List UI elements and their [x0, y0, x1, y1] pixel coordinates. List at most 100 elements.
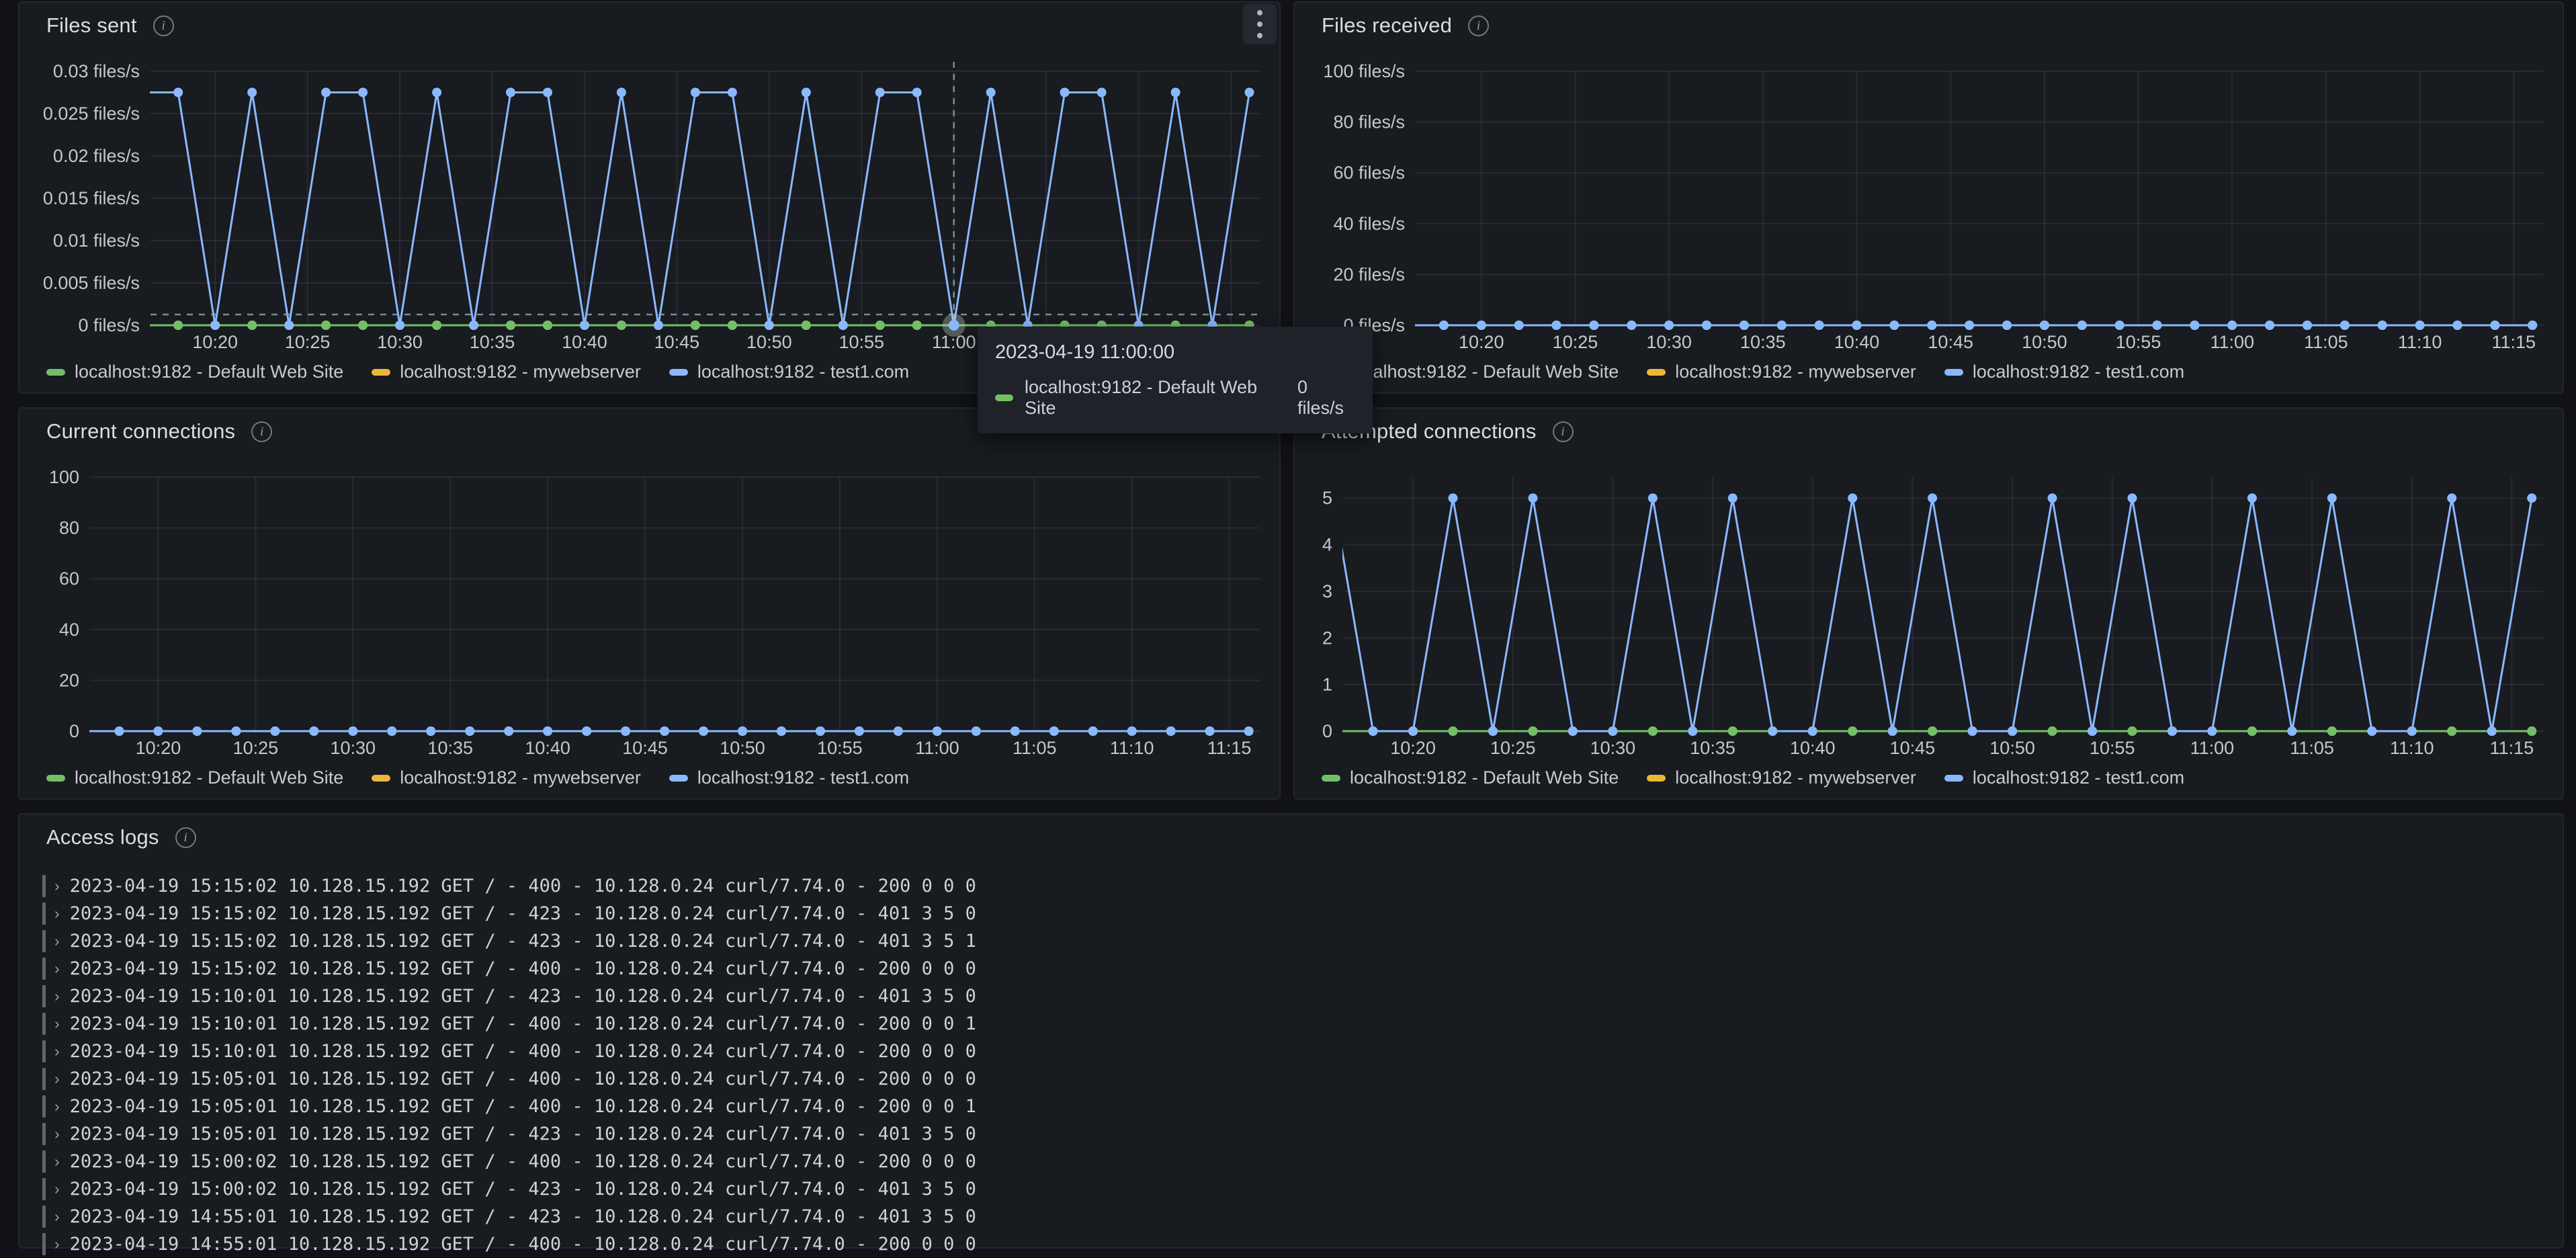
panel-title: Files received [1322, 13, 1453, 37]
svg-text:10:45: 10:45 [1890, 738, 1936, 758]
expand-chevron-icon[interactable]: › [54, 1015, 60, 1033]
log-row[interactable]: › 2023-04-19 15:15:02 10.128.15.192 GET /… [42, 955, 2549, 982]
panel-title: Access logs [46, 825, 159, 849]
svg-text:10:45: 10:45 [654, 332, 700, 352]
attempted-connections-chart[interactable]: 5 4 3 2 1 0 10:20 10:25 10:30 10:35 10:40 10:45 10:5… [1301, 449, 2553, 765]
log-row[interactable]: › 2023-04-19 15:15:02 10.128.15.192 GET /… [42, 872, 2549, 900]
log-level-bar [42, 1013, 46, 1035]
tooltip-series-value: 0 files/s [1297, 377, 1344, 418]
expand-chevron-icon[interactable]: › [54, 1097, 60, 1116]
svg-text:0.015 files/s: 0.015 files/s [43, 188, 140, 208]
svg-text:20 files/s: 20 files/s [1333, 264, 1405, 284]
svg-text:40 files/s: 40 files/s [1333, 214, 1405, 234]
svg-text:10:35: 10:35 [1740, 332, 1786, 352]
legend-item[interactable]: localhost:9182 - test1.com [1944, 767, 2184, 788]
expand-chevron-icon[interactable]: › [54, 877, 60, 895]
legend-item[interactable]: localhost:9182 - Default Web Site [46, 767, 343, 788]
svg-text:0: 0 [69, 721, 79, 741]
svg-text:10:40: 10:40 [562, 332, 607, 352]
legend-item[interactable]: localhost:9182 - test1.com [669, 767, 909, 788]
svg-text:10:20: 10:20 [1459, 332, 1504, 352]
info-icon[interactable]: i [175, 827, 196, 848]
expand-chevron-icon[interactable]: › [54, 1180, 60, 1198]
expand-chevron-icon[interactable]: › [54, 1208, 60, 1226]
svg-text:10:55: 10:55 [2116, 332, 2161, 352]
log-line-text: 2023-04-19 15:15:02 10.128.15.192 GET / … [69, 958, 976, 979]
log-level-bar [42, 1095, 46, 1118]
log-row[interactable]: › 2023-04-19 15:05:01 10.128.15.192 GET /… [42, 1065, 2549, 1093]
expand-chevron-icon[interactable]: › [54, 1235, 60, 1253]
panel-menu-button[interactable] [1243, 4, 1277, 44]
legend-color-icon [46, 774, 65, 782]
info-icon[interactable]: i [251, 421, 273, 442]
info-icon[interactable]: i [1552, 421, 1574, 442]
legend-item[interactable]: localhost:9182 - test1.com [669, 362, 909, 382]
legend-color-icon [1944, 368, 1963, 376]
expand-chevron-icon[interactable]: › [54, 1070, 60, 1088]
expand-chevron-icon[interactable]: › [54, 1042, 60, 1060]
log-line-text: 2023-04-19 14:55:01 10.128.15.192 GET / … [69, 1206, 976, 1227]
legend-label: localhost:9182 - mywebserver [1675, 362, 1916, 382]
panel-attempted-connections: Attempted connections i 5 4 3 2 1 0 10:20 10:25… [1293, 407, 2564, 800]
legend-color-icon [669, 774, 688, 782]
legend-item[interactable]: localhost:9182 - mywebserver [372, 362, 641, 382]
log-list: › 2023-04-19 15:15:02 10.128.15.192 GET /… [42, 872, 2549, 1258]
svg-text:0.025 files/s: 0.025 files/s [43, 103, 140, 124]
log-line-text: 2023-04-19 15:15:02 10.128.15.192 GET / … [69, 876, 976, 896]
log-row[interactable]: › 2023-04-19 15:00:02 10.128.15.192 GET /… [42, 1148, 2549, 1175]
current-connections-chart[interactable]: 100 80 60 40 20 0 10:20 10:25 10:30 10:35 10:40 10:… [26, 449, 1270, 765]
svg-text:60: 60 [59, 569, 79, 589]
svg-text:10:20: 10:20 [1390, 738, 1436, 758]
info-icon[interactable]: i [153, 15, 174, 36]
log-row[interactable]: › 2023-04-19 15:15:02 10.128.15.192 GET /… [42, 927, 2549, 955]
files-sent-chart[interactable]: 0.03 files/s 0.025 files/s 0.02 files/s 0.0… [26, 43, 1270, 359]
expand-chevron-icon[interactable]: › [54, 932, 60, 950]
legend-color-icon [46, 368, 65, 376]
log-row[interactable]: › 2023-04-19 15:00:02 10.128.15.192 GET /… [42, 1175, 2549, 1203]
log-line-text: 2023-04-19 15:10:01 10.128.15.192 GET / … [69, 1013, 976, 1034]
legend-item[interactable]: localhost:9182 - mywebserver [372, 767, 641, 788]
legend-label: localhost:9182 - test1.com [697, 767, 910, 788]
panel-header: Files sent i [46, 13, 174, 38]
legend-item[interactable]: localhost:9182 - mywebserver [1647, 362, 1916, 382]
tooltip-series-name: localhost:9182 - Default Web Site [1025, 377, 1258, 418]
svg-text:10:45: 10:45 [622, 738, 668, 758]
log-line-text: 2023-04-19 15:05:01 10.128.15.192 GET / … [69, 1068, 976, 1089]
log-row[interactable]: › 2023-04-19 15:10:01 10.128.15.192 GET /… [42, 982, 2549, 1010]
log-line-text: 2023-04-19 15:05:01 10.128.15.192 GET / … [69, 1124, 976, 1144]
legend-item[interactable]: localhost:9182 - mywebserver [1647, 767, 1916, 788]
log-row[interactable]: › 2023-04-19 15:10:01 10.128.15.192 GET /… [42, 1038, 2549, 1065]
log-row[interactable]: › 2023-04-19 15:15:02 10.128.15.192 GET /… [42, 900, 2549, 927]
panel-header: Current connections i [46, 419, 273, 444]
svg-text:11:05: 11:05 [2290, 738, 2334, 758]
log-line-text: 2023-04-19 15:15:02 10.128.15.192 GET / … [69, 931, 976, 952]
log-row[interactable]: › 2023-04-19 15:05:01 10.128.15.192 GET /… [42, 1093, 2549, 1120]
svg-text:0.03 files/s: 0.03 files/s [53, 61, 140, 81]
svg-text:11:10: 11:10 [2398, 332, 2442, 352]
log-level-bar [42, 1150, 46, 1173]
log-level-bar [42, 985, 46, 1007]
info-icon[interactable]: i [1468, 15, 1490, 36]
svg-text:11:15: 11:15 [1207, 738, 1252, 758]
legend-item[interactable]: localhost:9182 - Default Web Site [46, 362, 343, 382]
legend-item[interactable]: localhost:9182 - Default Web Site [1322, 767, 1619, 788]
log-row[interactable]: › 2023-04-19 15:10:01 10.128.15.192 GET /… [42, 1010, 2549, 1038]
panel-current-connections: Current connections i 100 80 60 40 20 0 10:20 1… [18, 407, 1281, 800]
log-level-bar [42, 1233, 46, 1255]
legend-color-icon [372, 368, 391, 376]
expand-chevron-icon[interactable]: › [54, 1125, 60, 1143]
expand-chevron-icon[interactable]: › [54, 905, 60, 923]
expand-chevron-icon[interactable]: › [54, 987, 60, 1005]
svg-text:80 files/s: 80 files/s [1333, 112, 1405, 132]
log-row[interactable]: › 2023-04-19 14:55:01 10.128.15.192 GET /… [42, 1203, 2549, 1230]
log-row[interactable]: › 2023-04-19 15:05:01 10.128.15.192 GET /… [42, 1120, 2549, 1148]
panel-title: Current connections [46, 419, 236, 443]
legend-color-icon [1647, 368, 1666, 376]
log-level-bar [42, 903, 46, 925]
expand-chevron-icon[interactable]: › [54, 960, 60, 978]
files-received-chart[interactable]: 100 files/s 80 files/s 60 files/s 40 files/… [1301, 43, 2553, 359]
svg-text:11:15: 11:15 [2492, 332, 2536, 352]
legend-label: localhost:9182 - Default Web Site [75, 362, 344, 382]
legend-item[interactable]: localhost:9182 - test1.com [1944, 362, 2184, 382]
expand-chevron-icon[interactable]: › [54, 1152, 60, 1171]
